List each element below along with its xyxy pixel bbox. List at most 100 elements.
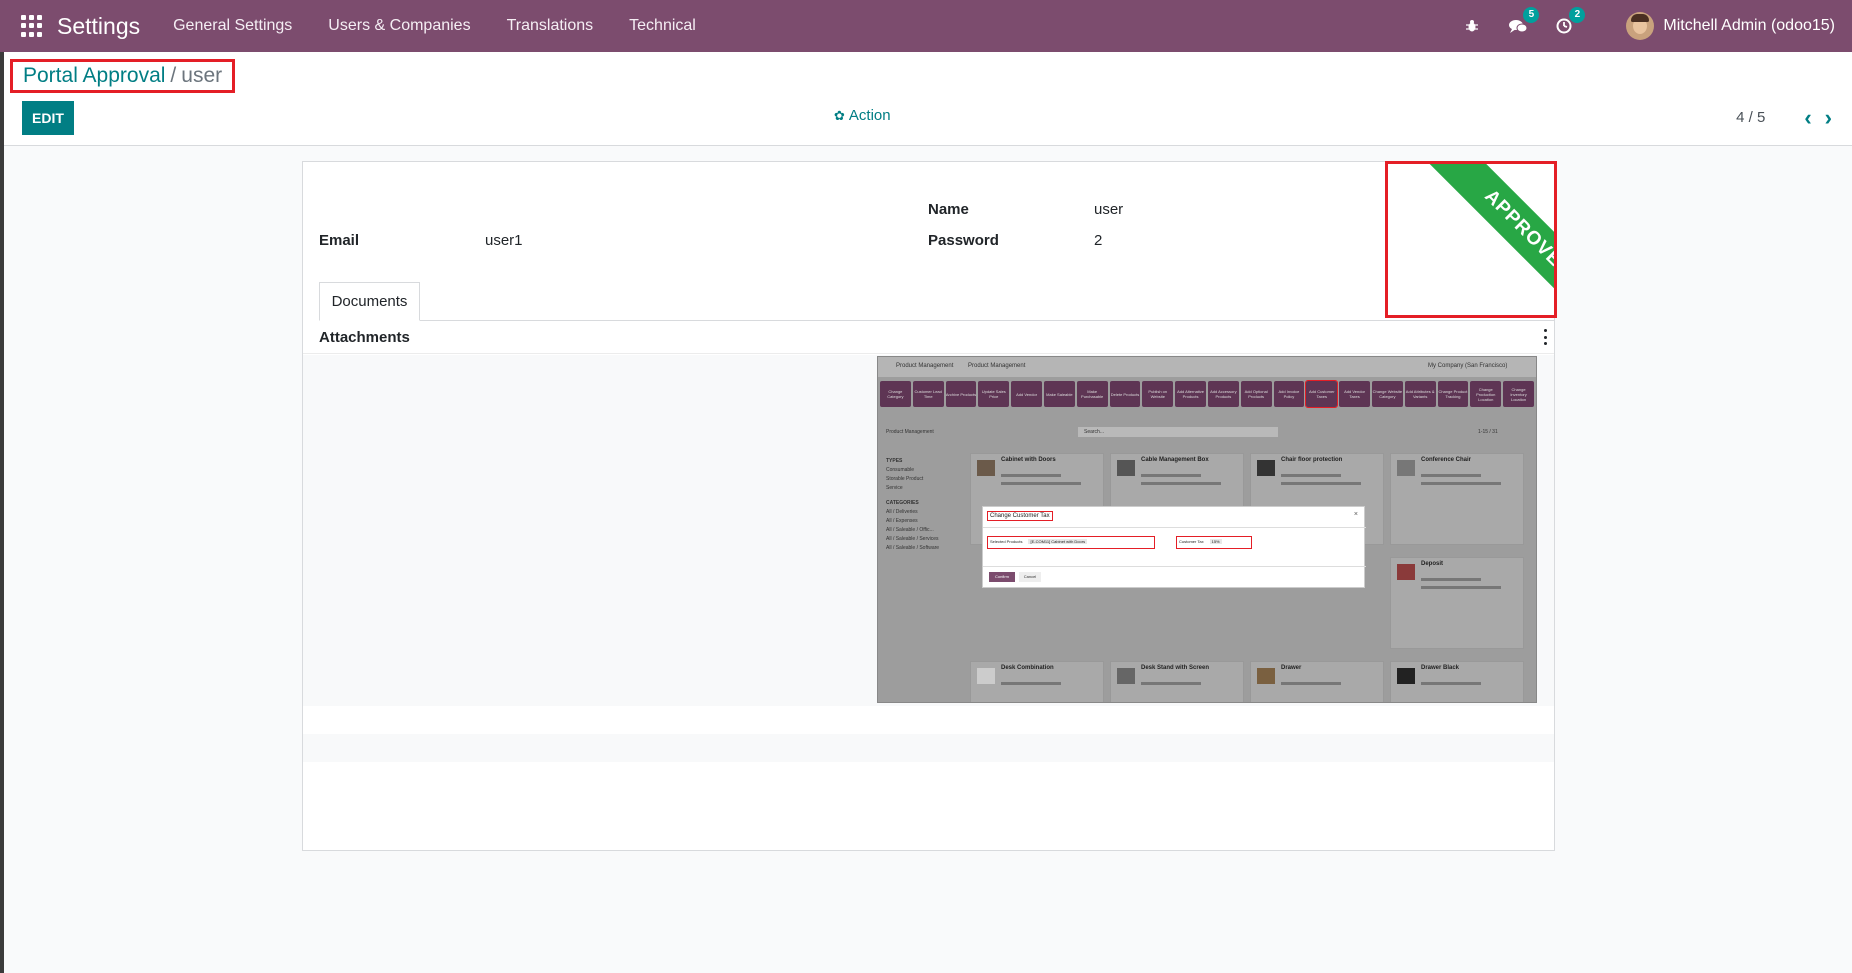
- preview-card-title: Desk Combination: [1001, 665, 1054, 671]
- name-label: Name: [928, 201, 969, 218]
- breadcrumb: Portal Approval / user: [10, 59, 236, 93]
- preview-side-item: All / Saleable / Software: [886, 545, 940, 551]
- form-sheet: Name user Email user1 Password 2 APPROVE…: [302, 161, 1557, 851]
- preview-side-item: All / Expenses: [886, 518, 918, 524]
- notebook-tabs: Documents: [319, 282, 1554, 321]
- preview-confirm-button: Confirm: [989, 572, 1015, 582]
- attachment-preview-image[interactable]: Product Management Product Management My…: [877, 356, 1537, 703]
- password-label: Password: [928, 232, 999, 249]
- preview-app-name: Product Management: [896, 363, 954, 369]
- preview-product-card: Desk Combination: [970, 661, 1104, 702]
- email-label: Email: [319, 232, 360, 249]
- chevron-right-icon[interactable]: ›: [1825, 106, 1832, 128]
- preview-button: Update Sales Price: [978, 381, 1010, 407]
- breadcrumb-separator: /: [170, 64, 177, 87]
- app-title[interactable]: Settings: [57, 13, 140, 40]
- empty-row: [303, 706, 1554, 734]
- preview-side-item: Consumable: [886, 467, 915, 473]
- preview-control-bar: Product Management Search... 1-15 / 31: [878, 427, 1536, 439]
- chat-icon[interactable]: 5: [1508, 7, 1540, 36]
- preview-bar-label: Product Management: [886, 429, 934, 435]
- edit-button[interactable]: EDIT: [22, 101, 74, 135]
- control-panel: Portal Approval / user EDIT ✿ Action 4 /…: [4, 52, 1852, 146]
- gear-icon: ✿: [834, 107, 845, 123]
- preview-button: Change Category: [880, 381, 911, 407]
- preview-field-tag: 15%: [1209, 539, 1222, 544]
- apps-grid-icon[interactable]: [21, 15, 43, 37]
- preview-side-item: All / Saleable / Services: [886, 536, 939, 542]
- menu-users-companies[interactable]: Users & Companies: [328, 17, 470, 35]
- preview-button: Make Saleable: [1043, 381, 1075, 407]
- clock-icon[interactable]: 2: [1554, 7, 1586, 36]
- preview-product-card: Drawer: [1250, 661, 1384, 702]
- preview-button: Add Attributes & Variants: [1404, 381, 1436, 407]
- kebab-menu-icon[interactable]: [1542, 329, 1548, 345]
- left-edge: [0, 52, 4, 973]
- activities-count-badge: 2: [1569, 7, 1586, 23]
- top-navbar: Settings General Settings Users & Compan…: [0, 0, 1852, 52]
- close-icon: ×: [1353, 511, 1358, 518]
- user-menu[interactable]: Mitchell Admin (odoo15): [1626, 12, 1835, 40]
- attachments-label: Attachments: [319, 329, 410, 346]
- name-value: user: [1094, 201, 1124, 218]
- bug-icon[interactable]: [1462, 16, 1482, 36]
- preview-field-label: Customer Tax: [1179, 539, 1204, 544]
- menu-technical[interactable]: Technical: [629, 17, 696, 35]
- preview-modal: Change Customer Tax × Selected Products […: [982, 506, 1366, 588]
- preview-modal-field-tax: Customer Tax 15%: [1176, 536, 1252, 549]
- preview-card-title: Chair floor protection: [1281, 457, 1343, 463]
- preview-product-card: Conference Chair: [1390, 453, 1524, 545]
- main-menu: General Settings Users & Companies Trans…: [173, 17, 732, 35]
- empty-row: [303, 734, 1554, 762]
- preview-button: Add Invoice Policy: [1273, 381, 1305, 407]
- preview-button: Archive Products: [945, 381, 977, 407]
- preview-side-types: TYPES: [886, 458, 903, 464]
- password-value: 2: [1094, 232, 1103, 249]
- preview-product-card: Deposit: [1390, 557, 1524, 649]
- preview-button: Customer Lead Time: [912, 381, 944, 407]
- avatar: [1626, 12, 1655, 40]
- preview-cancel-button: Cancel: [1019, 572, 1041, 582]
- preview-action-buttons: Change Category Customer Lead Time Archi…: [880, 380, 1536, 408]
- preview-card-title: Conference Chair: [1421, 457, 1472, 463]
- messages-count-badge: 5: [1523, 7, 1540, 23]
- preview-button: Publish on Website: [1142, 381, 1174, 407]
- action-dropdown[interactable]: ✿ Action: [834, 107, 891, 124]
- preview-modal-field-products: Selected Products [E-COM11] Cabinet with …: [987, 536, 1155, 549]
- systray: 5 2 Mitchell Admin (odoo15): [1462, 0, 1852, 52]
- preview-button: Add Optional Products: [1240, 381, 1272, 407]
- tab-documents[interactable]: Documents: [319, 282, 420, 321]
- preview-side-item: All / Deliveries: [886, 509, 918, 515]
- preview-button: Add Customer Taxes: [1305, 380, 1339, 408]
- menu-general-settings[interactable]: General Settings: [173, 17, 292, 35]
- preview-field-tag: [E-COM11] Cabinet with Doors: [1028, 539, 1088, 544]
- preview-button: Add Accessory Products: [1207, 381, 1239, 407]
- pager: 4 / 5 ‹ ›: [1736, 106, 1832, 128]
- preview-card-title: Drawer: [1281, 665, 1302, 671]
- preview-button: Add Vendor Taxes: [1339, 381, 1370, 407]
- preview-side-item: Service: [886, 485, 903, 491]
- preview-pager: 1-15 / 31: [1478, 429, 1498, 435]
- menu-translations[interactable]: Translations: [507, 17, 594, 35]
- preview-button: Change Product Tracking: [1437, 381, 1469, 407]
- user-name: Mitchell Admin (odoo15): [1663, 17, 1835, 34]
- preview-company: My Company (San Francisco): [1428, 363, 1508, 369]
- preview-menu: Product Management: [968, 363, 1026, 369]
- preview-search: Search...: [1078, 427, 1278, 437]
- preview-button: Add Alternative Products: [1175, 381, 1206, 407]
- preview-sidebar: TYPES Consumable Storable Product Servic…: [886, 457, 966, 577]
- preview-topbar: Product Management Product Management My…: [878, 357, 1536, 377]
- preview-card-title: Drawer Black: [1421, 665, 1460, 671]
- email-value: user1: [485, 232, 523, 249]
- preview-card-title: Deposit: [1421, 561, 1444, 567]
- preview-card-title: Cable Management Box: [1141, 457, 1209, 463]
- preview-product-card: Desk Stand with Screen: [1110, 661, 1244, 702]
- preview-button: Delete Products: [1109, 381, 1141, 407]
- breadcrumb-parent[interactable]: Portal Approval: [23, 64, 165, 88]
- pager-value[interactable]: 4 / 5: [1736, 109, 1765, 126]
- preview-modal-title: Change Customer Tax: [987, 511, 1053, 521]
- preview-button: Change Website Category: [1371, 381, 1403, 407]
- preview-button: Make Purchasable: [1076, 381, 1108, 407]
- preview-field-label: Selected Products: [990, 539, 1023, 544]
- chevron-left-icon[interactable]: ‹: [1804, 106, 1811, 128]
